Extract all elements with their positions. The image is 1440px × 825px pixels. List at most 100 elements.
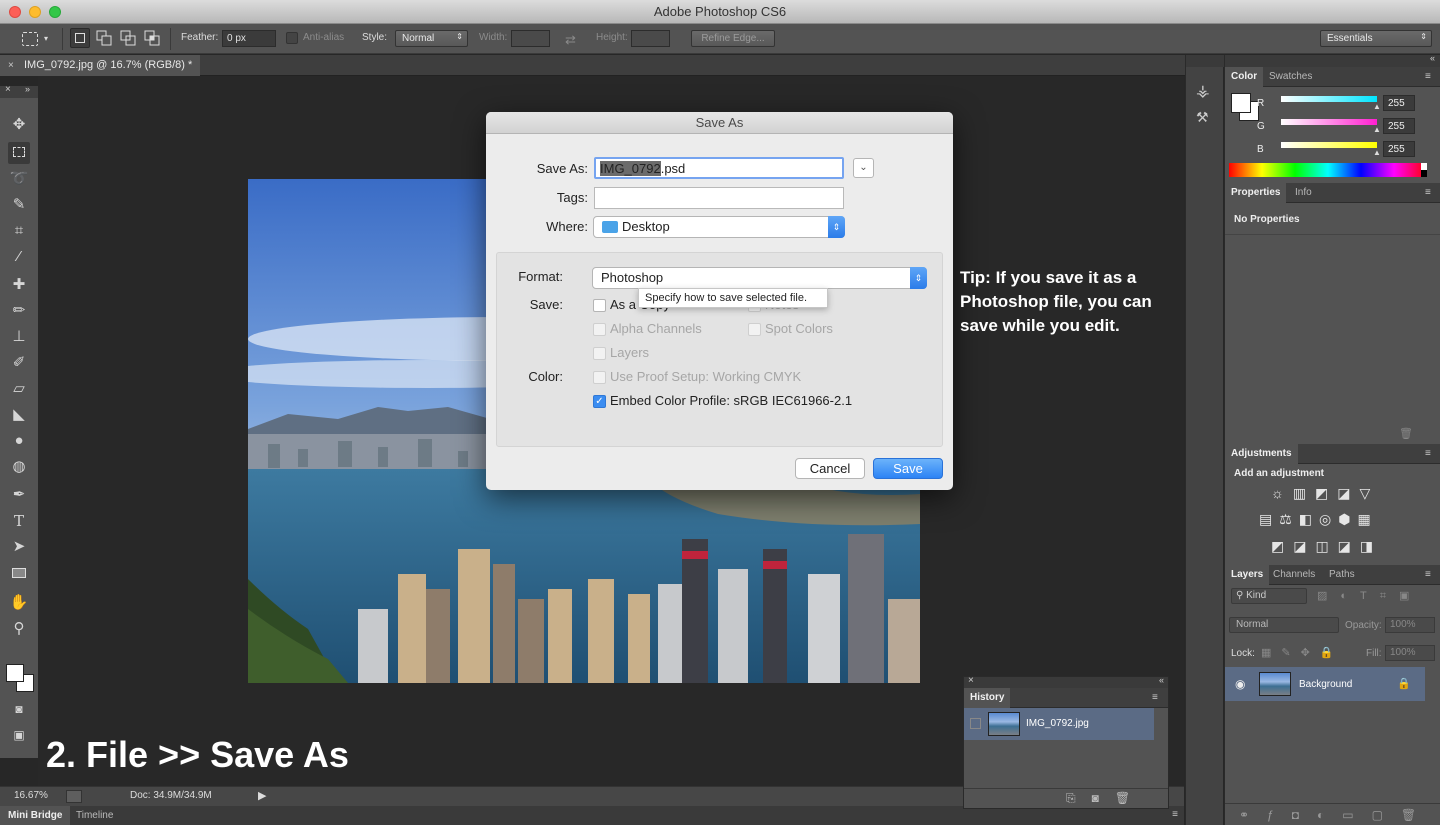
channel-slider-thumb[interactable]: ▲ — [1373, 148, 1381, 157]
refine-edge-button[interactable]: Refine Edge... — [691, 30, 775, 47]
adjustment-icons-row-3[interactable]: ◩◪◫◪◨ — [1271, 538, 1382, 555]
channel-value-input[interactable]: 255 — [1383, 95, 1415, 111]
pen-tool-icon[interactable]: ✒ — [8, 484, 30, 506]
add-to-selection-icon[interactable] — [94, 28, 114, 48]
tab-history[interactable]: History — [964, 688, 1011, 708]
use-proof-setup-checkbox[interactable] — [593, 371, 606, 384]
expand-dialog-chevron-icon[interactable]: ⌄ — [853, 158, 874, 178]
zoom-tool-icon[interactable]: ⚲ — [8, 618, 30, 640]
tab-channels[interactable]: Channels — [1267, 565, 1321, 585]
status-menu-arrow-icon[interactable]: ▶ — [258, 789, 266, 802]
layer-row[interactable]: ◉ Background 🔒 — [1225, 667, 1425, 701]
tab-swatches[interactable]: Swatches — [1263, 67, 1318, 87]
swap-dimensions-icon[interactable]: ⇄ — [565, 32, 576, 48]
intersect-selection-icon[interactable] — [142, 28, 162, 48]
adjustment-icons-row-1[interactable]: ☼▥◩◪▽ — [1271, 485, 1379, 502]
antialias-checkbox[interactable] — [286, 32, 298, 44]
opacity-input[interactable]: 100% — [1385, 617, 1435, 633]
channel-slider-thumb[interactable]: ▲ — [1373, 125, 1381, 134]
layers-checkbox[interactable] — [593, 347, 606, 360]
color-spectrum-ramp[interactable] — [1229, 163, 1427, 177]
zoom-level[interactable]: 16.67% — [14, 790, 48, 801]
layer-filter-kind-select[interactable]: ⚲ Kind — [1231, 588, 1307, 604]
history-footer-icons[interactable]: ⎘◙🗑 — [964, 788, 1168, 808]
share-icon[interactable] — [66, 790, 82, 803]
collapse-icon[interactable]: « — [1430, 53, 1435, 63]
alpha-channels-checkbox[interactable] — [593, 323, 606, 336]
blend-mode-select[interactable]: Normal — [1229, 617, 1339, 633]
close-window-button[interactable] — [9, 6, 21, 18]
as-a-copy-checkbox[interactable] — [593, 299, 606, 312]
tags-input[interactable] — [594, 187, 844, 209]
height-input[interactable] — [631, 30, 670, 47]
tab-layers[interactable]: Layers — [1225, 565, 1270, 585]
healing-brush-tool-icon[interactable]: ✚ — [8, 274, 30, 296]
channel-slider-thumb[interactable]: ▲ — [1373, 102, 1381, 111]
path-selection-tool-icon[interactable]: ➤ — [8, 536, 30, 558]
channel-slider-track[interactable] — [1281, 142, 1377, 148]
layers-footer-icons[interactable]: ⚭ƒ◘◐▭▢🗑 — [1225, 803, 1440, 825]
eyedropper-tool-icon[interactable]: ⁄ — [8, 246, 30, 268]
brush-tool-icon[interactable]: ✏ — [8, 300, 30, 322]
panel-menu-icon[interactable]: ≡ — [1172, 809, 1178, 820]
marquee-tool-icon[interactable] — [8, 142, 30, 164]
feather-input[interactable]: 0 px — [222, 30, 276, 47]
tool-presets-icon[interactable]: ⚒ — [1196, 109, 1209, 126]
channel-slider-track[interactable] — [1281, 96, 1377, 102]
tab-adjustments[interactable]: Adjustments — [1225, 444, 1298, 464]
chevron-down-icon[interactable]: ▾ — [44, 34, 48, 43]
panel-menu-icon[interactable]: ≡ — [1425, 448, 1437, 459]
paint-bucket-tool-icon[interactable]: ◣ — [8, 404, 30, 426]
move-tool-icon[interactable]: ✥ — [8, 114, 30, 136]
eraser-tool-icon[interactable]: ▱ — [8, 378, 30, 400]
style-select[interactable]: Normal ⇕ — [395, 30, 468, 47]
tab-color[interactable]: Color — [1225, 67, 1264, 87]
snapshot-source-checkbox[interactable] — [970, 718, 981, 729]
foreground-color-swatch-top[interactable] — [6, 664, 24, 682]
channel-value-input[interactable]: 255 — [1383, 141, 1415, 157]
cancel-button[interactable]: Cancel — [795, 458, 865, 479]
quick-mask-icon[interactable]: ◙ — [8, 698, 30, 720]
blur-tool-icon[interactable]: ● — [8, 430, 30, 452]
panel-menu-icon[interactable]: ≡ — [1152, 692, 1164, 703]
zoom-window-button[interactable] — [49, 6, 61, 18]
history-snapshot-row[interactable]: IMG_0792.jpg — [964, 708, 1154, 740]
marquee-preset-icon[interactable] — [22, 32, 38, 46]
brush-presets-icon[interactable]: ⚶ — [1196, 81, 1210, 101]
workspace-select[interactable]: Essentials ⇕ — [1320, 30, 1432, 47]
rectangle-tool-icon[interactable] — [8, 562, 30, 584]
document-tab[interactable]: × IMG_0792.jpg @ 16.7% (RGB/8) * — [0, 55, 200, 76]
white-sample[interactable] — [1421, 163, 1427, 170]
lasso-tool-icon[interactable]: ➰ — [8, 168, 30, 190]
screen-mode-icon[interactable]: ▣ — [8, 724, 30, 746]
width-input[interactable] — [511, 30, 550, 47]
embed-color-profile-checkbox[interactable]: ✓ — [593, 395, 606, 408]
where-select[interactable]: Desktop ⇕ — [593, 216, 845, 238]
lock-icons[interactable]: ▦✎✥🔒 — [1261, 646, 1344, 659]
close-icon[interactable]: × — [5, 84, 11, 95]
subtract-from-selection-icon[interactable] — [118, 28, 138, 48]
tab-paths[interactable]: Paths — [1323, 565, 1361, 585]
spot-colors-checkbox[interactable] — [748, 323, 761, 336]
hand-tool-icon[interactable]: ✋ — [8, 592, 30, 614]
tab-timeline[interactable]: Timeline — [76, 806, 113, 825]
crop-tool-icon[interactable]: ⌗ — [8, 220, 30, 242]
minimize-window-button[interactable] — [29, 6, 41, 18]
layer-filter-icons[interactable]: ▨◐T⌗▣ — [1317, 589, 1422, 603]
save-button[interactable]: Save — [873, 458, 943, 479]
clone-stamp-tool-icon[interactable]: ⊥ — [8, 326, 30, 348]
trash-icon[interactable]: 🗑 — [1399, 427, 1413, 440]
black-sample[interactable] — [1421, 170, 1427, 177]
panel-menu-icon[interactable]: ≡ — [1425, 187, 1437, 198]
visibility-eye-icon[interactable]: ◉ — [1235, 677, 1245, 691]
tab-properties[interactable]: Properties — [1225, 183, 1287, 203]
fill-input[interactable]: 100% — [1385, 645, 1435, 661]
panel-menu-icon[interactable]: ≡ — [1425, 569, 1437, 580]
close-icon[interactable]: × — [968, 675, 974, 686]
quick-selection-tool-icon[interactable]: ✎ — [8, 194, 30, 216]
type-tool-icon[interactable]: T — [8, 510, 30, 532]
panel-menu-icon[interactable]: ≡ — [1425, 71, 1437, 82]
expand-icon[interactable]: » — [25, 84, 30, 94]
adjustment-icons-row-2[interactable]: ▤⚖◧◎⬢▦ — [1259, 511, 1378, 528]
tab-info[interactable]: Info — [1289, 183, 1318, 203]
